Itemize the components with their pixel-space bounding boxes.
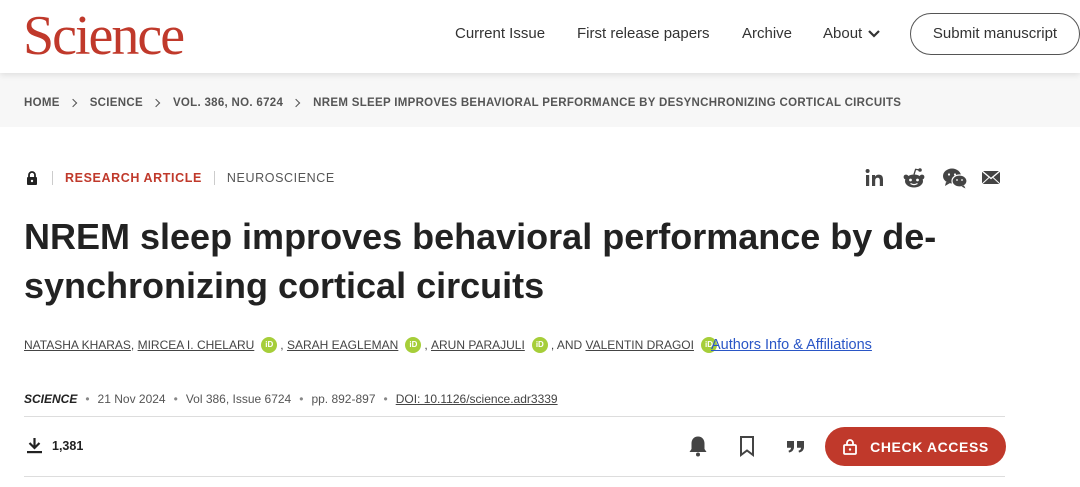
publication-info: SCIENCE • 21 Nov 2024 • Vol 386, Issue 6… — [24, 392, 558, 406]
breadcrumb-volume[interactable]: VOL. 386, NO. 6724 — [173, 97, 283, 109]
journal-name[interactable]: SCIENCE — [24, 392, 77, 406]
volume-issue[interactable]: Vol 386, Issue 6724 — [186, 392, 291, 406]
bookmark-icon[interactable] — [735, 434, 759, 458]
science-logo[interactable]: Science — [23, 8, 185, 64]
chevron-right-icon — [291, 98, 301, 108]
submit-manuscript-button[interactable]: Submit manuscript — [910, 13, 1080, 55]
chevron-down-icon — [868, 30, 880, 38]
download-count[interactable]: 1,381 — [26, 437, 83, 454]
breadcrumb-science[interactable]: SCIENCE — [90, 97, 143, 109]
lock-icon — [27, 171, 37, 185]
breadcrumb: HOME SCIENCE VOL. 386, NO. 6724 NREM SLE… — [24, 97, 901, 109]
bell-icon[interactable] — [686, 434, 710, 458]
orcid-icon[interactable]: iD — [531, 337, 548, 353]
linkedin-icon[interactable] — [864, 166, 886, 190]
chevron-right-icon — [68, 98, 77, 108]
author-link[interactable]: NATASHA KHARAS — [24, 338, 131, 352]
download-count-value: 1,381 — [52, 438, 84, 453]
divider — [24, 416, 1005, 417]
doi-link[interactable]: DOI: 10.1126/science.adr3339 — [396, 392, 558, 406]
author-link[interactable]: MIRCEA I. CHELARU — [138, 338, 255, 352]
publication-date: 21 Nov 2024 — [97, 392, 166, 406]
orcid-icon[interactable]: iD — [261, 337, 278, 353]
nav-first-release[interactable]: First release papers — [577, 24, 710, 44]
author-link[interactable]: ARUN PARAJULI — [431, 338, 525, 352]
wechat-icon[interactable] — [942, 166, 968, 190]
authors-affiliations-link[interactable]: Authors Info & Affiliations — [711, 337, 872, 353]
divider — [213, 171, 215, 185]
article-meta: RESEARCH ARTICLE NEUROSCIENCE — [24, 170, 335, 186]
breadcrumb-article: NREM SLEEP IMPROVES BEHAVIORAL PERFORMAN… — [313, 97, 902, 109]
download-icon — [27, 438, 42, 454]
breadcrumb-home[interactable]: HOME — [24, 97, 60, 109]
chevron-right-icon — [151, 98, 161, 108]
article-title-line1: NREM sleep improves behavioral performan… — [24, 216, 937, 257]
article-title: NREM sleep improves behavioral performan… — [24, 212, 994, 310]
article-title-line2: synchronizing cortical circuits — [24, 265, 545, 306]
author-link[interactable]: VALENTIN DRAGOI — [586, 338, 694, 352]
check-access-label: CHECK ACCESS — [870, 438, 989, 455]
article-type[interactable]: RESEARCH ARTICLE — [65, 171, 202, 185]
nav-current-issue[interactable]: Current Issue — [455, 24, 545, 44]
divider — [24, 476, 1005, 477]
author-list: NATASHA KHARAS, MIRCEA I. CHELARU iD, SA… — [24, 337, 720, 353]
divider — [52, 171, 53, 185]
nav-about-label: About — [823, 25, 863, 42]
cite-quote-icon[interactable] — [784, 434, 808, 458]
nav-archive[interactable]: Archive — [742, 24, 792, 44]
check-access-button[interactable]: CHECK ACCESS — [825, 427, 1006, 466]
lock-icon — [843, 439, 858, 455]
reddit-icon[interactable] — [902, 166, 926, 190]
nav-about[interactable]: About — [823, 24, 881, 44]
author-link[interactable]: SARAH EAGLEMAN — [287, 338, 398, 352]
orcid-icon[interactable]: iD — [405, 337, 422, 353]
email-icon[interactable] — [981, 166, 1001, 190]
article-subject[interactable]: NEUROSCIENCE — [227, 171, 335, 185]
and-separator: , AND — [550, 338, 583, 352]
page-range: pp. 892-897 — [311, 392, 376, 406]
site-header: Science Current Issue First release pape… — [0, 0, 1080, 73]
